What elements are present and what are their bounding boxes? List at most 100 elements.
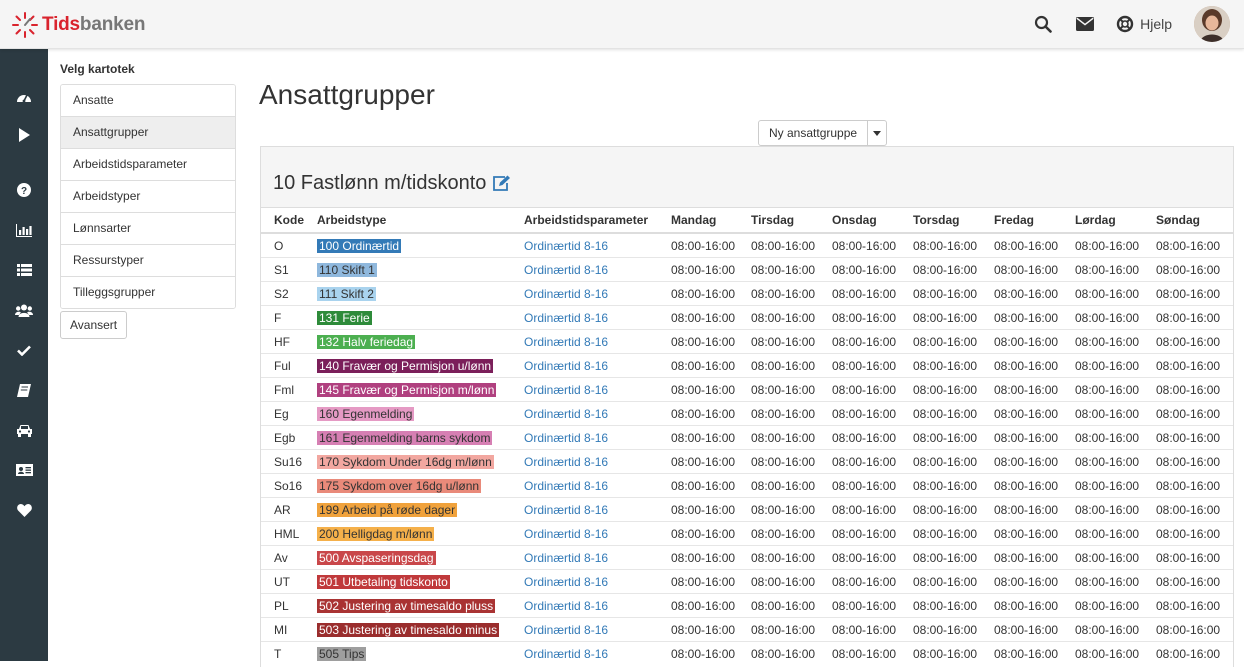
arbeidstidsparameter-link[interactable]: Ordinærtid 8-16 <box>524 503 608 517</box>
new-group-button-group: Ny ansattgruppe <box>758 120 888 146</box>
nav-item-ansatte[interactable]: Ansatte <box>61 85 235 117</box>
cell-day-time: 08:00-16:00 <box>1143 641 1233 665</box>
table-row[interactable]: AR 199 Arbeid på røde dager Ordinærtid 8-1… <box>261 497 1233 522</box>
cell-day-time: 08:00-16:00 <box>658 497 738 522</box>
arbeidstype-badge: 100 Ordinærtid <box>317 238 402 253</box>
cell-arbeidstidsparameter: Ordinærtid 8-16 <box>511 569 658 594</box>
arbeidstidsparameter-link[interactable]: Ordinærtid 8-16 <box>524 479 608 493</box>
sidebar-help-button[interactable]: ? <box>13 179 35 201</box>
cell-day-time: 08:00-16:00 <box>658 232 738 258</box>
cell-day-time: 08:00-16:00 <box>1062 497 1143 522</box>
cell-day-time: 08:00-16:00 <box>658 425 738 450</box>
arbeidstidsparameter-link[interactable]: Ordinærtid 8-16 <box>524 623 608 637</box>
table-row[interactable]: PL 502 Justering av timesaldo pluss Ordinæ… <box>261 593 1233 618</box>
cell-day-time: 08:00-16:00 <box>981 473 1062 498</box>
cell-day-time: 08:00-16:00 <box>1143 545 1233 570</box>
sidebar-car-button[interactable] <box>13 419 35 441</box>
cell-day-time: 08:00-16:00 <box>1143 305 1233 330</box>
search-button[interactable] <box>1032 13 1054 35</box>
table-row[interactable]: T 505 Tips Ordinærtid 8-16 08:00-16:00 08:00… <box>261 641 1233 665</box>
arbeidstidsparameter-link[interactable]: Ordinærtid 8-16 <box>524 647 608 661</box>
cell-day-time: 08:00-16:00 <box>900 641 981 665</box>
cell-day-time: 08:00-16:00 <box>981 449 1062 474</box>
nav-item-arbeidstyper[interactable]: Arbeidstyper <box>61 181 235 213</box>
sidebar-idcard-button[interactable] <box>13 459 35 481</box>
cell-arbeidstype: 501 Utbetaling tidskonto <box>304 569 511 594</box>
arbeidstidsparameter-link[interactable]: Ordinærtid 8-16 <box>524 311 608 325</box>
table-row[interactable]: Su16 170 Sykdom Under 16dg m/lønn Ordinært… <box>261 449 1233 474</box>
arbeidstidsparameter-link[interactable]: Ordinærtid 8-16 <box>524 431 608 445</box>
col-arbeidstidsparameter: Arbeidstidsparameter <box>511 208 658 234</box>
cell-day-time: 08:00-16:00 <box>900 257 981 282</box>
arbeidstidsparameter-link[interactable]: Ordinærtid 8-16 <box>524 383 608 397</box>
table-header-row: Kode Arbeidstype Arbeidstidsparameter Ma… <box>261 208 1233 234</box>
sidebar-play-button[interactable] <box>13 124 35 146</box>
arbeidstidsparameter-link[interactable]: Ordinærtid 8-16 <box>524 527 608 541</box>
table-row[interactable]: So16 175 Sykdom over 16dg u/lønn Ordinærti… <box>261 473 1233 498</box>
sidebar-users-button[interactable] <box>13 299 35 321</box>
edit-group-button[interactable] <box>492 175 511 192</box>
table-row[interactable]: Eg 160 Egenmelding Ordinærtid 8-16 08:00-16… <box>261 401 1233 426</box>
arbeidstidsparameter-link[interactable]: Ordinærtid 8-16 <box>524 407 608 421</box>
kartotek-nav: Velg kartotek Ansatte Ansattgrupper Arbe… <box>60 62 236 339</box>
sidebar-reports-button[interactable] <box>13 219 35 241</box>
cell-day-time: 08:00-16:00 <box>658 593 738 618</box>
arbeidstidsparameter-link[interactable]: Ordinærtid 8-16 <box>524 551 608 565</box>
table-row[interactable]: MI 503 Justering av timesaldo minus Ordinæ… <box>261 617 1233 642</box>
cell-day-time: 08:00-16:00 <box>1062 545 1143 570</box>
cell-day-time: 08:00-16:00 <box>981 425 1062 450</box>
table-row[interactable]: Av 500 Avspaseringsdag Ordinærtid 8-16 08:0… <box>261 545 1233 570</box>
arbeidstype-badge: 140 Fravær og Permisjon u/lønn <box>317 358 494 373</box>
advanced-button[interactable]: Avansert <box>60 311 128 339</box>
cell-day-time: 08:00-16:00 <box>738 617 819 642</box>
table-row[interactable]: S2 111 Skift 2 Ordinærtid 8-16 08:00-16:00 0… <box>261 281 1233 306</box>
nav-item-ressurstyper[interactable]: Ressurstyper <box>61 245 235 277</box>
logo[interactable]: Tidsbanken <box>12 12 145 38</box>
bar-chart-icon <box>16 223 32 237</box>
new-group-button[interactable]: Ny ansattgruppe <box>759 121 869 145</box>
lifebuoy-icon <box>1116 15 1134 33</box>
cell-day-time: 08:00-16:00 <box>819 545 900 570</box>
arbeidstidsparameter-link[interactable]: Ordinærtid 8-16 <box>524 239 608 253</box>
arbeidstidsparameter-link[interactable]: Ordinærtid 8-16 <box>524 359 608 373</box>
sidebar-book-button[interactable] <box>13 379 35 401</box>
cell-day-time: 08:00-16:00 <box>1143 281 1233 306</box>
table-row[interactable]: HF 132 Halv feriedag Ordinærtid 8-16 08:00-… <box>261 329 1233 354</box>
nav-item-lonnsarter[interactable]: Lønnsarter <box>61 213 235 245</box>
cell-day-time: 08:00-16:00 <box>1062 569 1143 594</box>
sidebar-dashboard-button[interactable] <box>13 86 35 108</box>
table-row[interactable]: F 131 Ferie Ordinærtid 8-16 08:00-16:00 08:0… <box>261 305 1233 330</box>
arbeidstidsparameter-link[interactable]: Ordinærtid 8-16 <box>524 455 608 469</box>
sidebar-approve-button[interactable] <box>13 339 35 361</box>
table-row[interactable]: O 100 Ordinærtid Ordinærtid 8-16 08:00-16:0… <box>261 232 1233 258</box>
table-row[interactable]: Egb 161 Egenmelding barns sykdom Ordinærti… <box>261 425 1233 450</box>
cell-day-time: 08:00-16:00 <box>900 521 981 546</box>
top-actions: Hjelp <box>1032 0 1244 48</box>
cell-arbeidstype: 160 Egenmelding <box>304 401 511 426</box>
help-button[interactable]: Hjelp <box>1116 15 1172 33</box>
arbeidstidsparameter-link[interactable]: Ordinærtid 8-16 <box>524 287 608 301</box>
arbeidstidsparameter-link[interactable]: Ordinærtid 8-16 <box>524 335 608 349</box>
cell-day-time: 08:00-16:00 <box>900 425 981 450</box>
sidebar-list-button[interactable] <box>13 259 35 281</box>
cell-day-time: 08:00-16:00 <box>900 353 981 378</box>
table-row[interactable]: Ful 140 Fravær og Permisjon u/lønn Ordinær… <box>261 353 1233 378</box>
nav-item-arbeidstidsparameter[interactable]: Arbeidstidsparameter <box>61 149 235 181</box>
arbeidstidsparameter-link[interactable]: Ordinærtid 8-16 <box>524 575 608 589</box>
new-group-dropdown-toggle[interactable] <box>868 121 886 145</box>
sidebar-favorites-button[interactable] <box>13 499 35 521</box>
cell-kode: T <box>261 641 304 665</box>
table-row[interactable]: S1 110 Skift 1 Ordinærtid 8-16 08:00-16:00 0… <box>261 257 1233 282</box>
table-row[interactable]: Fml 145 Fravær og Permisjon m/lønn Ordinær… <box>261 377 1233 402</box>
cell-day-time: 08:00-16:00 <box>1143 497 1233 522</box>
user-avatar[interactable] <box>1194 6 1230 42</box>
table-row[interactable]: HML 200 Helligdag m/lønn Ordinærtid 8-16 08… <box>261 521 1233 546</box>
cell-arbeidstidsparameter: Ordinærtid 8-16 <box>511 377 658 402</box>
nav-item-tilleggsgrupper[interactable]: Tilleggsgrupper <box>61 277 235 308</box>
nav-item-ansattgrupper[interactable]: Ansattgrupper <box>61 117 235 149</box>
arbeidstidsparameter-link[interactable]: Ordinærtid 8-16 <box>524 263 608 277</box>
messages-button[interactable] <box>1074 13 1096 35</box>
table-row[interactable]: UT 501 Utbetaling tidskonto Ordinærtid 8-1… <box>261 569 1233 594</box>
arbeidstidsparameter-link[interactable]: Ordinærtid 8-16 <box>524 599 608 613</box>
cell-day-time: 08:00-16:00 <box>819 329 900 354</box>
